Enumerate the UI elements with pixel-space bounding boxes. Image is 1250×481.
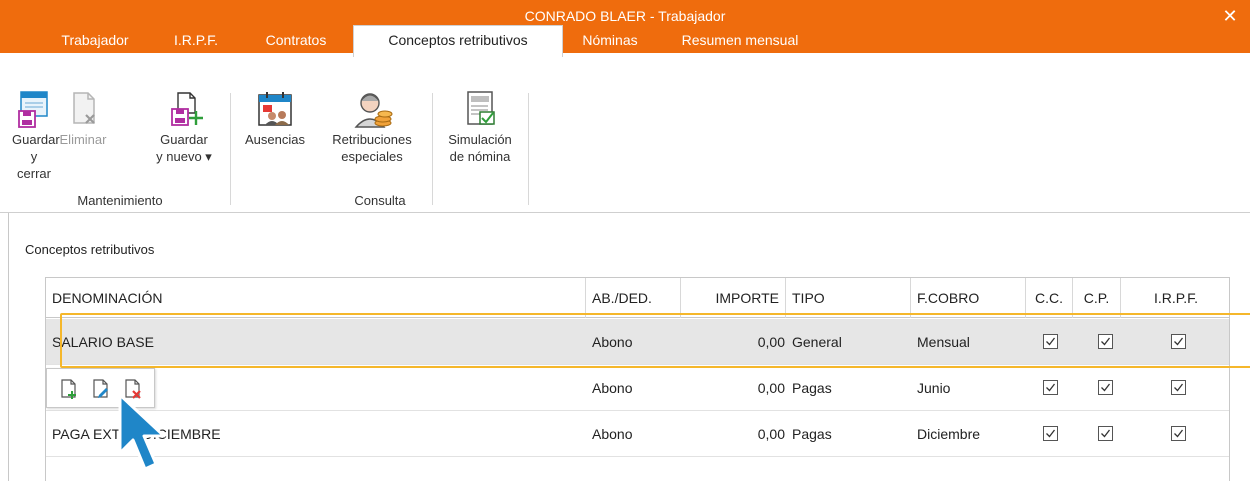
cell-f-cobro: Mensual <box>917 334 970 350</box>
add-document-icon[interactable] <box>59 378 79 400</box>
retribuciones-especiales-label: Retribuciones especiales <box>332 132 412 164</box>
section-title: Conceptos retributivos <box>25 242 155 257</box>
cell-denominacion: SALARIO BASE <box>52 334 154 350</box>
eliminar-label: Eliminar <box>59 132 107 147</box>
cell-ab-ded: Abono <box>592 380 633 396</box>
guardar-cerrar-button[interactable]: Guardar y cerrar <box>12 89 60 182</box>
header-tipo[interactable]: TIPO <box>786 278 911 318</box>
cell-tipo: Pagas <box>792 426 832 442</box>
cp-checkbox[interactable] <box>1098 380 1113 395</box>
cp-checkbox[interactable] <box>1098 426 1113 441</box>
header-cp[interactable]: C.P. <box>1073 278 1121 318</box>
cc-checkbox[interactable] <box>1043 380 1058 395</box>
group-label-mantenimiento: Mantenimiento <box>77 193 163 208</box>
ribbon-separator <box>432 93 433 205</box>
guardar-nuevo-label: Guardar y nuevo ▾ <box>156 132 212 164</box>
group-label-consulta: Consulta <box>354 193 406 208</box>
person-coins-icon <box>354 93 393 128</box>
table-header: DENOMINACIÓN AB./DED. IMPORTE TIPO F.COB… <box>46 278 1229 318</box>
ribbon-separator <box>230 93 231 205</box>
save-new-icon <box>171 92 203 126</box>
ausencias-label: Ausencias <box>245 132 305 147</box>
header-irpf[interactable]: I.R.P.F. <box>1121 278 1231 318</box>
simulacion-nomina-label: Simulación de nómina <box>448 132 512 164</box>
delete-document-icon <box>73 92 95 124</box>
cell-ab-ded: Abono <box>592 426 633 442</box>
retribuciones-especiales-button[interactable]: Retribuciones especiales <box>317 89 427 165</box>
tab-irpf[interactable]: I.R.P.F. <box>160 27 232 53</box>
cell-importe: 0,00 <box>757 334 785 350</box>
tab-contratos[interactable]: Contratos <box>252 27 340 53</box>
header-importe[interactable]: IMPORTE <box>681 278 786 318</box>
ribbon-separator <box>528 93 529 205</box>
tab-resumen-mensual[interactable]: Resumen mensual <box>665 27 815 53</box>
table-row[interactable]: PAGA EXTRA DICIEMBRE Abono 0,00 Pagas Di… <box>46 411 1229 457</box>
cp-checkbox[interactable] <box>1098 334 1113 349</box>
irpf-checkbox[interactable] <box>1171 426 1186 441</box>
calendar-people-icon <box>258 92 292 126</box>
guardar-cerrar-label: Guardar y cerrar <box>12 132 60 181</box>
ausencias-button[interactable]: Ausencias <box>240 89 310 148</box>
header-ab-ded[interactable]: AB./DED. <box>586 278 681 318</box>
cc-checkbox[interactable] <box>1043 334 1058 349</box>
mouse-pointer-icon <box>118 393 166 471</box>
cell-tipo: General <box>792 334 842 350</box>
irpf-checkbox[interactable] <box>1171 334 1186 349</box>
payroll-simulation-icon <box>467 91 495 125</box>
cell-importe: 0,00 <box>757 426 785 442</box>
eliminar-button[interactable]: Eliminar <box>58 89 108 148</box>
panel-border <box>8 213 9 481</box>
header-denominacion[interactable]: DENOMINACIÓN <box>46 278 586 318</box>
cell-importe: 0,00 <box>757 380 785 396</box>
close-icon[interactable]: ✕ <box>1218 4 1242 28</box>
edit-document-icon[interactable] <box>91 378 111 400</box>
tab-trabajador[interactable]: Trabajador <box>52 27 138 53</box>
header-f-cobro[interactable]: F.COBRO <box>911 278 1026 318</box>
table-row[interactable]: SALARIO BASE Abono 0,00 General Mensual <box>46 319 1229 365</box>
save-close-icon <box>18 91 48 128</box>
conceptos-table: DENOMINACIÓN AB./DED. IMPORTE TIPO F.COB… <box>45 277 1230 481</box>
header-cc[interactable]: C.C. <box>1026 278 1073 318</box>
simulacion-nomina-button[interactable]: Simulación de nómina <box>437 89 523 165</box>
tab-conceptos-retributivos[interactable]: Conceptos retributivos <box>353 25 563 57</box>
cell-ab-ded: Abono <box>592 334 633 350</box>
tab-strip: Trabajador I.R.P.F. Contratos Conceptos … <box>0 25 1250 85</box>
table-row[interactable]: JUNIO Abono 0,00 Pagas Junio <box>46 365 1229 411</box>
cell-tipo: Pagas <box>792 380 832 396</box>
cc-checkbox[interactable] <box>1043 426 1058 441</box>
guardar-nuevo-button[interactable]: Guardar y nuevo ▾ <box>150 89 218 165</box>
ribbon: Guardar y cerrar Eliminar Guardar y nuev… <box>0 85 1250 213</box>
cell-f-cobro: Junio <box>917 380 951 396</box>
tab-nominas[interactable]: Nóminas <box>570 27 650 53</box>
cell-f-cobro: Diciembre <box>917 426 981 442</box>
irpf-checkbox[interactable] <box>1171 380 1186 395</box>
